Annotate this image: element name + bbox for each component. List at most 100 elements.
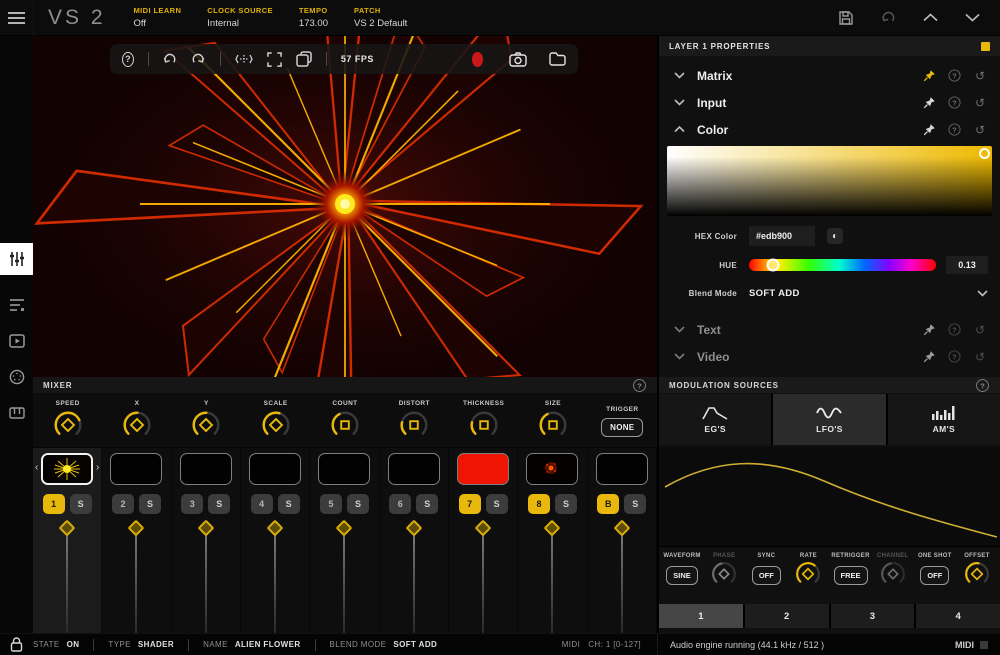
channel-7[interactable]: 7 S [449, 448, 518, 633]
help-icon[interactable]: ? [949, 324, 961, 336]
clip-thumbnail[interactable] [318, 453, 370, 485]
channel-2[interactable]: 2 S [102, 448, 171, 633]
speed-knob-dial[interactable] [51, 408, 85, 442]
channel-fader[interactable] [518, 520, 586, 633]
help-icon[interactable]: ? [949, 97, 961, 109]
tempo-field[interactable]: TEMPO 173.00 [299, 6, 328, 29]
channel-knob-dial[interactable] [878, 559, 908, 589]
canvas-undo-icon[interactable] [162, 49, 177, 69]
solo-button[interactable]: S [139, 494, 161, 514]
type-field[interactable]: TYPE SHADER [108, 640, 174, 649]
knob-y[interactable]: Y [172, 393, 241, 447]
clip-thumbnail[interactable] [249, 453, 301, 485]
fader-handle[interactable] [267, 520, 284, 537]
tab-lfos[interactable]: LFO'S [773, 394, 885, 445]
channel-fader[interactable] [33, 520, 101, 633]
rate-control[interactable]: RATE [787, 549, 829, 601]
knob-x[interactable]: X [102, 393, 171, 447]
canvas-redo-icon[interactable] [191, 49, 206, 69]
fader-handle[interactable] [128, 520, 145, 537]
pin-icon[interactable] [921, 96, 937, 109]
contrast-icon[interactable]: ◐ [827, 228, 843, 244]
channel-select-button[interactable]: 4 [251, 494, 273, 514]
fader-handle[interactable] [475, 520, 492, 537]
chevron-down-icon[interactable] [962, 8, 982, 28]
knob-speed[interactable]: SPEED [33, 393, 102, 447]
mixer-view-icon[interactable] [0, 243, 33, 275]
channel-fader[interactable] [588, 520, 656, 633]
retrigger-button[interactable]: FREE [834, 566, 868, 585]
tab-egs[interactable]: EG'S [659, 394, 771, 445]
pan-tool-icon[interactable] [235, 49, 253, 69]
next-clip-icon[interactable]: › [96, 462, 99, 473]
solo-button[interactable]: S [70, 494, 92, 514]
section-matrix[interactable]: Matrix ? ↺ [659, 62, 1000, 89]
blend-mode-field[interactable]: BLEND MODE SOFT ADD [330, 640, 438, 649]
clip-thumbnail[interactable] [457, 453, 509, 485]
knob-count[interactable]: COUNT [310, 393, 379, 447]
keyboard-view-icon[interactable] [0, 397, 33, 429]
scale-knob-dial[interactable] [259, 408, 293, 442]
channel-fader[interactable] [102, 520, 170, 633]
distort-knob-dial[interactable] [397, 408, 431, 442]
undo-icon[interactable] [878, 8, 898, 28]
section-text[interactable]: Text ? ↺ [659, 316, 1000, 343]
clip-thumbnail[interactable] [180, 453, 232, 485]
trigger-mode-button[interactable]: NONE [601, 418, 643, 437]
saturation-value-picker[interactable] [667, 146, 992, 216]
channel-select-button[interactable]: 6 [389, 494, 411, 514]
knob-thickness[interactable]: THICKNESS [449, 393, 518, 447]
tab-ams[interactable]: AM'S [888, 394, 1000, 445]
channel-fader[interactable] [449, 520, 517, 633]
clip-thumbnail[interactable] [388, 453, 440, 485]
screenshot-icon[interactable] [509, 49, 527, 69]
clip-thumbnail[interactable] [110, 453, 162, 485]
one-shot-button[interactable]: OFF [920, 566, 949, 585]
midi-learn-field[interactable]: MIDI LEARN Off [134, 6, 182, 29]
chevron-up-icon[interactable] [920, 8, 940, 28]
type-value[interactable]: SHADER [138, 640, 174, 649]
clip-thumbnail[interactable] [41, 453, 93, 485]
knob-distort[interactable]: DISTORT [380, 393, 449, 447]
phase-knob-dial[interactable] [709, 559, 739, 589]
offset-knob-dial[interactable] [962, 559, 992, 589]
blend-mode-value[interactable]: SOFT ADD [749, 288, 800, 299]
save-icon[interactable] [836, 8, 856, 28]
state-value[interactable]: ON [67, 640, 80, 649]
sync-button[interactable]: OFF [752, 566, 781, 585]
lfo-waveform-display[interactable] [659, 447, 1000, 547]
channel-5[interactable]: 5 S [310, 448, 379, 633]
x-knob-dial[interactable] [120, 408, 154, 442]
reset-icon[interactable]: ↺ [972, 123, 988, 137]
lock-icon[interactable] [0, 637, 33, 652]
section-input[interactable]: Input ? ↺ [659, 89, 1000, 116]
fader-handle[interactable] [197, 520, 214, 537]
chevron-down-icon[interactable] [671, 72, 687, 79]
chevron-down-icon[interactable] [671, 99, 687, 106]
duplicate-icon[interactable] [296, 49, 312, 69]
solo-button[interactable]: S [555, 494, 577, 514]
thickness-knob-dial[interactable] [467, 408, 501, 442]
channel-select-button[interactable]: 8 [528, 494, 550, 514]
open-folder-icon[interactable] [549, 49, 566, 69]
lfo-slot-2[interactable]: 2 [745, 604, 829, 628]
solo-button[interactable]: S [416, 494, 438, 514]
reset-icon[interactable]: ↺ [972, 96, 988, 110]
pin-icon[interactable] [921, 350, 937, 363]
clock-source-value[interactable]: Internal [207, 18, 273, 29]
solo-button[interactable]: S [486, 494, 508, 514]
patch-field[interactable]: PATCH VS 2 Default [354, 6, 407, 29]
blend-mode-value[interactable]: SOFT ADD [393, 640, 437, 649]
fullscreen-icon[interactable] [267, 49, 282, 69]
knob-scale[interactable]: SCALE [241, 393, 310, 447]
knob-size[interactable]: SIZE [518, 393, 587, 447]
state-field[interactable]: STATE ON [33, 640, 79, 649]
name-value[interactable]: ALIEN FLOWER [235, 640, 301, 649]
lfo-slot-4[interactable]: 4 [916, 604, 1000, 628]
lfo-slot-3[interactable]: 3 [831, 604, 915, 628]
chevron-down-icon[interactable] [671, 353, 687, 360]
waveform-button[interactable]: SINE [666, 566, 698, 585]
channel-4[interactable]: 4 S [241, 448, 310, 633]
pin-icon[interactable] [921, 323, 937, 336]
pin-icon[interactable] [921, 69, 937, 82]
